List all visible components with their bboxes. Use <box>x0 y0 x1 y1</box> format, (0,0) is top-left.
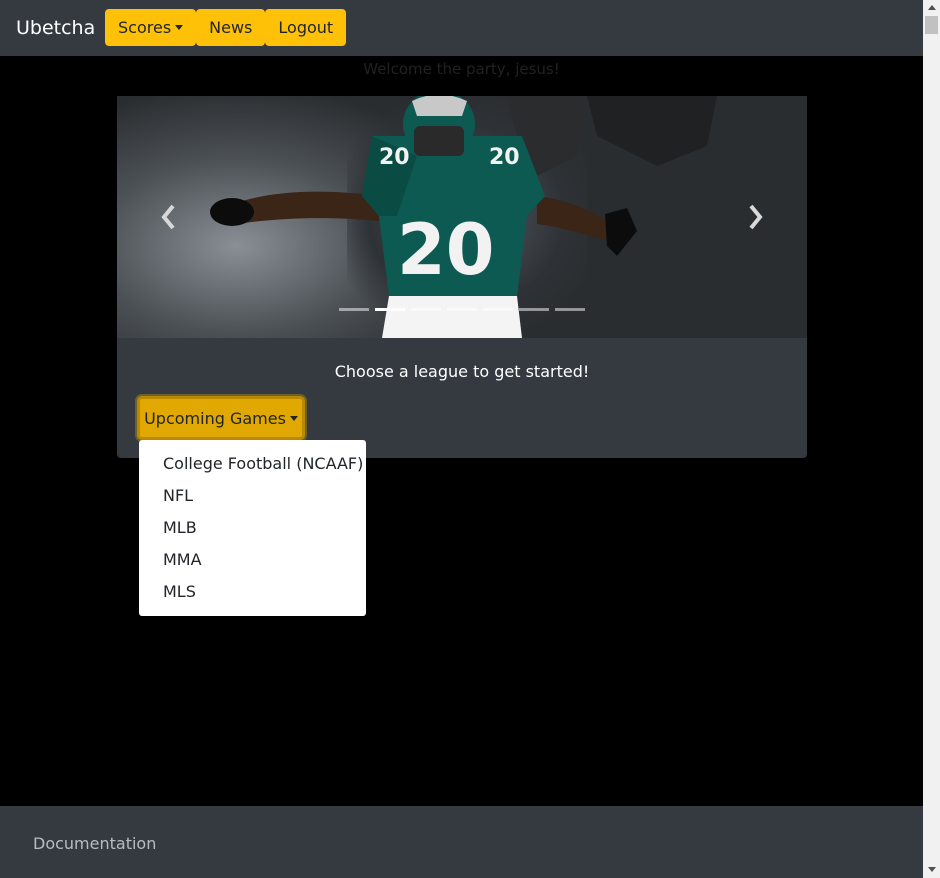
carousel-indicator[interactable] <box>555 308 585 311</box>
scroll-down-arrow-icon[interactable] <box>928 867 936 872</box>
league-item-nfl[interactable]: NFL <box>139 480 366 512</box>
carousel-indicators <box>337 308 587 312</box>
welcome-message: Welcome the party, jesus! <box>363 60 560 78</box>
svg-text:20: 20 <box>379 145 410 170</box>
brand-logo[interactable]: Ubetcha <box>16 16 95 40</box>
football-player-image: 20 20 20 <box>210 96 717 338</box>
nav-button-group: Scores News Logout <box>105 9 347 46</box>
carousel-indicator[interactable] <box>411 308 441 311</box>
scrollbar-thumb[interactable] <box>925 16 938 34</box>
upcoming-games-dropdown[interactable]: Upcoming Games <box>137 396 305 440</box>
caret-down-icon <box>289 415 298 421</box>
card-prompt: Choose a league to get started! <box>334 362 590 381</box>
vertical-scrollbar[interactable] <box>923 0 940 878</box>
carousel-indicator[interactable] <box>375 308 405 311</box>
league-item-mlb[interactable]: MLB <box>139 512 366 544</box>
image-carousel: 20 20 20 <box>117 96 807 338</box>
carousel-indicator[interactable] <box>519 308 549 311</box>
league-item-mls[interactable]: MLS <box>139 576 366 608</box>
logout-label: Logout <box>278 18 334 37</box>
svg-text:20: 20 <box>397 209 494 291</box>
scroll-up-arrow-icon[interactable] <box>928 5 936 10</box>
carousel-indicator[interactable] <box>447 308 477 311</box>
league-dropdown-menu: College Football (NCAAF) NFL MLB MMA MLS <box>139 440 366 616</box>
documentation-link[interactable]: Documentation <box>33 834 156 853</box>
upcoming-games-label: Upcoming Games <box>144 408 286 428</box>
league-item-mma[interactable]: MMA <box>139 544 366 576</box>
scores-label: Scores <box>118 18 172 37</box>
league-item-ncaaf[interactable]: College Football (NCAAF) <box>139 448 366 480</box>
news-label: News <box>209 18 253 37</box>
chevron-left-icon[interactable] <box>157 202 181 232</box>
top-navbar: Ubetcha Scores News Logout <box>0 0 923 56</box>
carousel-indicator[interactable] <box>339 308 369 311</box>
svg-text:20: 20 <box>489 145 520 170</box>
page-footer: Documentation <box>0 806 923 878</box>
carousel-indicator[interactable] <box>483 308 513 311</box>
chevron-right-icon[interactable] <box>743 202 767 232</box>
logout-button[interactable]: Logout <box>265 9 347 46</box>
news-button[interactable]: News <box>196 9 266 46</box>
caret-down-icon <box>175 25 184 30</box>
scores-dropdown-button[interactable]: Scores <box>105 9 197 46</box>
